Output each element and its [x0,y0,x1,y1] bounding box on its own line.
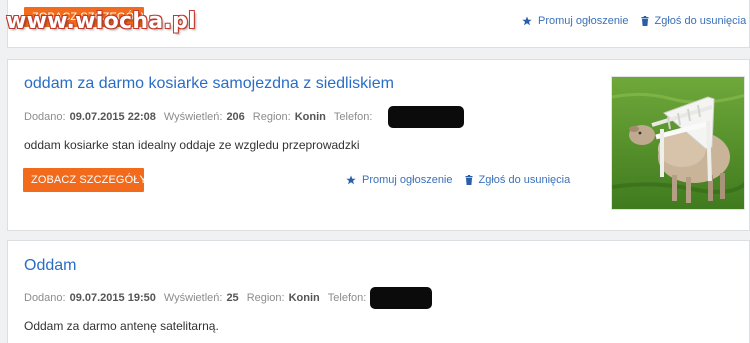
views-label: Wyświetleń: [163,111,223,123]
promote-label: Promuj ogłoszenie [538,15,629,27]
phone-redaction [370,287,433,309]
report-label: Zgłoś do usunięcia [654,15,747,27]
phone-label: Telefon: [327,292,367,304]
views-label: Wyświetleń: [163,292,223,304]
promote-link[interactable]: Promuj ogłoszenie [346,174,453,186]
region-value: Konin [288,292,320,304]
added-value: 09.07.2015 19:50 [69,292,156,304]
report-link[interactable]: Zgłoś do usunięcia [641,15,747,27]
added-label: Dodano: [24,292,66,304]
views-value: 206 [226,111,245,123]
listing-actions: Promuj ogłoszenie Zgłoś do usunięcia [346,174,570,186]
promote-link[interactable]: Promuj ogłoszenie [522,15,629,27]
listing-photo[interactable] [611,76,745,210]
star-icon [346,175,356,185]
report-link[interactable]: Zgłoś do usunięcia [465,174,571,186]
sheep-chair-photo [612,77,744,209]
listing-title[interactable]: Oddam [24,257,76,275]
trash-icon [465,175,472,185]
listing-description: oddam kosiarke stan idealny oddaje ze wz… [24,138,360,152]
trash-icon [641,16,648,26]
added-label: Dodano: [24,111,66,123]
promote-label: Promuj ogłoszenie [362,174,453,186]
listing-card: Oddam Dodano: 09.07.2015 19:50 Wyświetle… [7,240,750,343]
listing-meta: Dodano: 09.07.2015 19:50 Wyświetleń: 25 … [24,287,433,309]
details-button[interactable]: ZOBACZ SZCZEGÓŁY [23,168,147,192]
added-value: 09.07.2015 22:08 [69,111,156,123]
report-label: Zgłoś do usunięcia [478,174,571,186]
region-label: Region: [252,111,291,123]
phone-label: Telefon: [333,111,373,123]
listing-title[interactable]: oddam za darmo kosiarke samojezdna z sie… [24,75,394,93]
listing-actions: Promuj ogłoszenie Zgłoś do usunięcia [522,15,746,27]
phone-redaction [388,106,465,128]
site-watermark: www.wiocha.pl [6,9,196,34]
listing-card: oddam za darmo kosiarke samojezdna z sie… [7,59,750,231]
region-value: Konin [294,111,326,123]
listing-meta: Dodano: 09.07.2015 22:08 Wyświetleń: 206… [24,106,465,128]
region-label: Region: [246,292,285,304]
views-value: 25 [226,292,239,304]
star-icon [522,16,532,26]
listing-description: Oddam za darmo antenę satelitarną. [24,319,219,333]
